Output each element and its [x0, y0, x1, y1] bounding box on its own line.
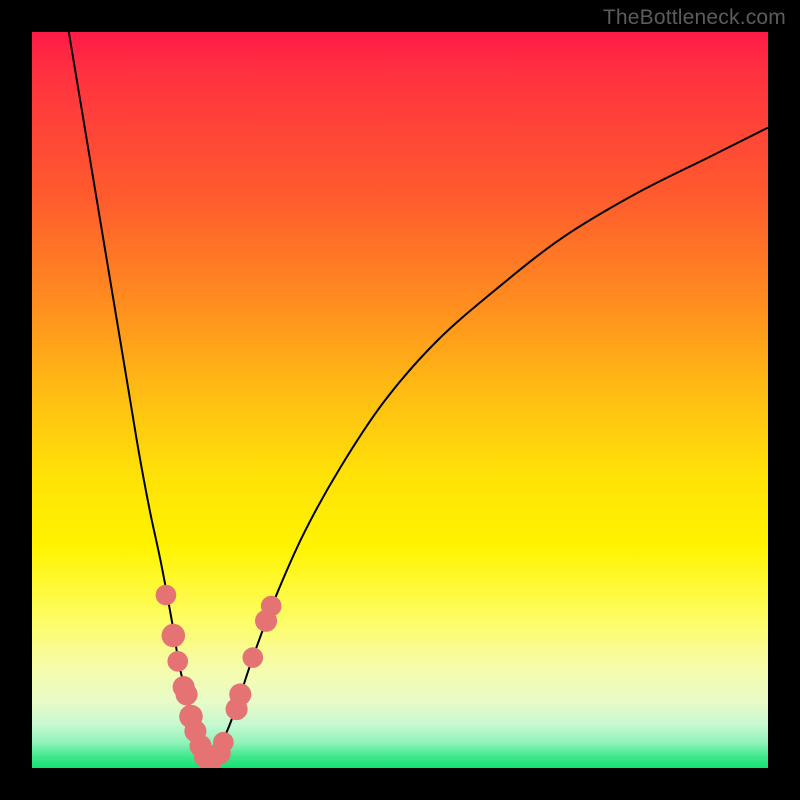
- highlight-marker: [242, 647, 263, 668]
- highlight-marker: [167, 651, 188, 672]
- highlight-marker: [162, 624, 186, 648]
- highlight-marker: [213, 732, 234, 753]
- curve-right-branch: [209, 128, 768, 765]
- highlight-marker: [156, 585, 177, 606]
- highlight-markers: [156, 585, 282, 768]
- watermark-text: TheBottleneck.com: [603, 6, 786, 30]
- highlight-marker: [176, 683, 198, 705]
- curve-layer: [32, 32, 768, 768]
- outer-frame: TheBottleneck.com: [0, 0, 800, 800]
- highlight-marker: [229, 683, 251, 705]
- highlight-marker: [261, 596, 282, 617]
- curve-left-branch: [69, 32, 209, 764]
- plot-area: [32, 32, 768, 768]
